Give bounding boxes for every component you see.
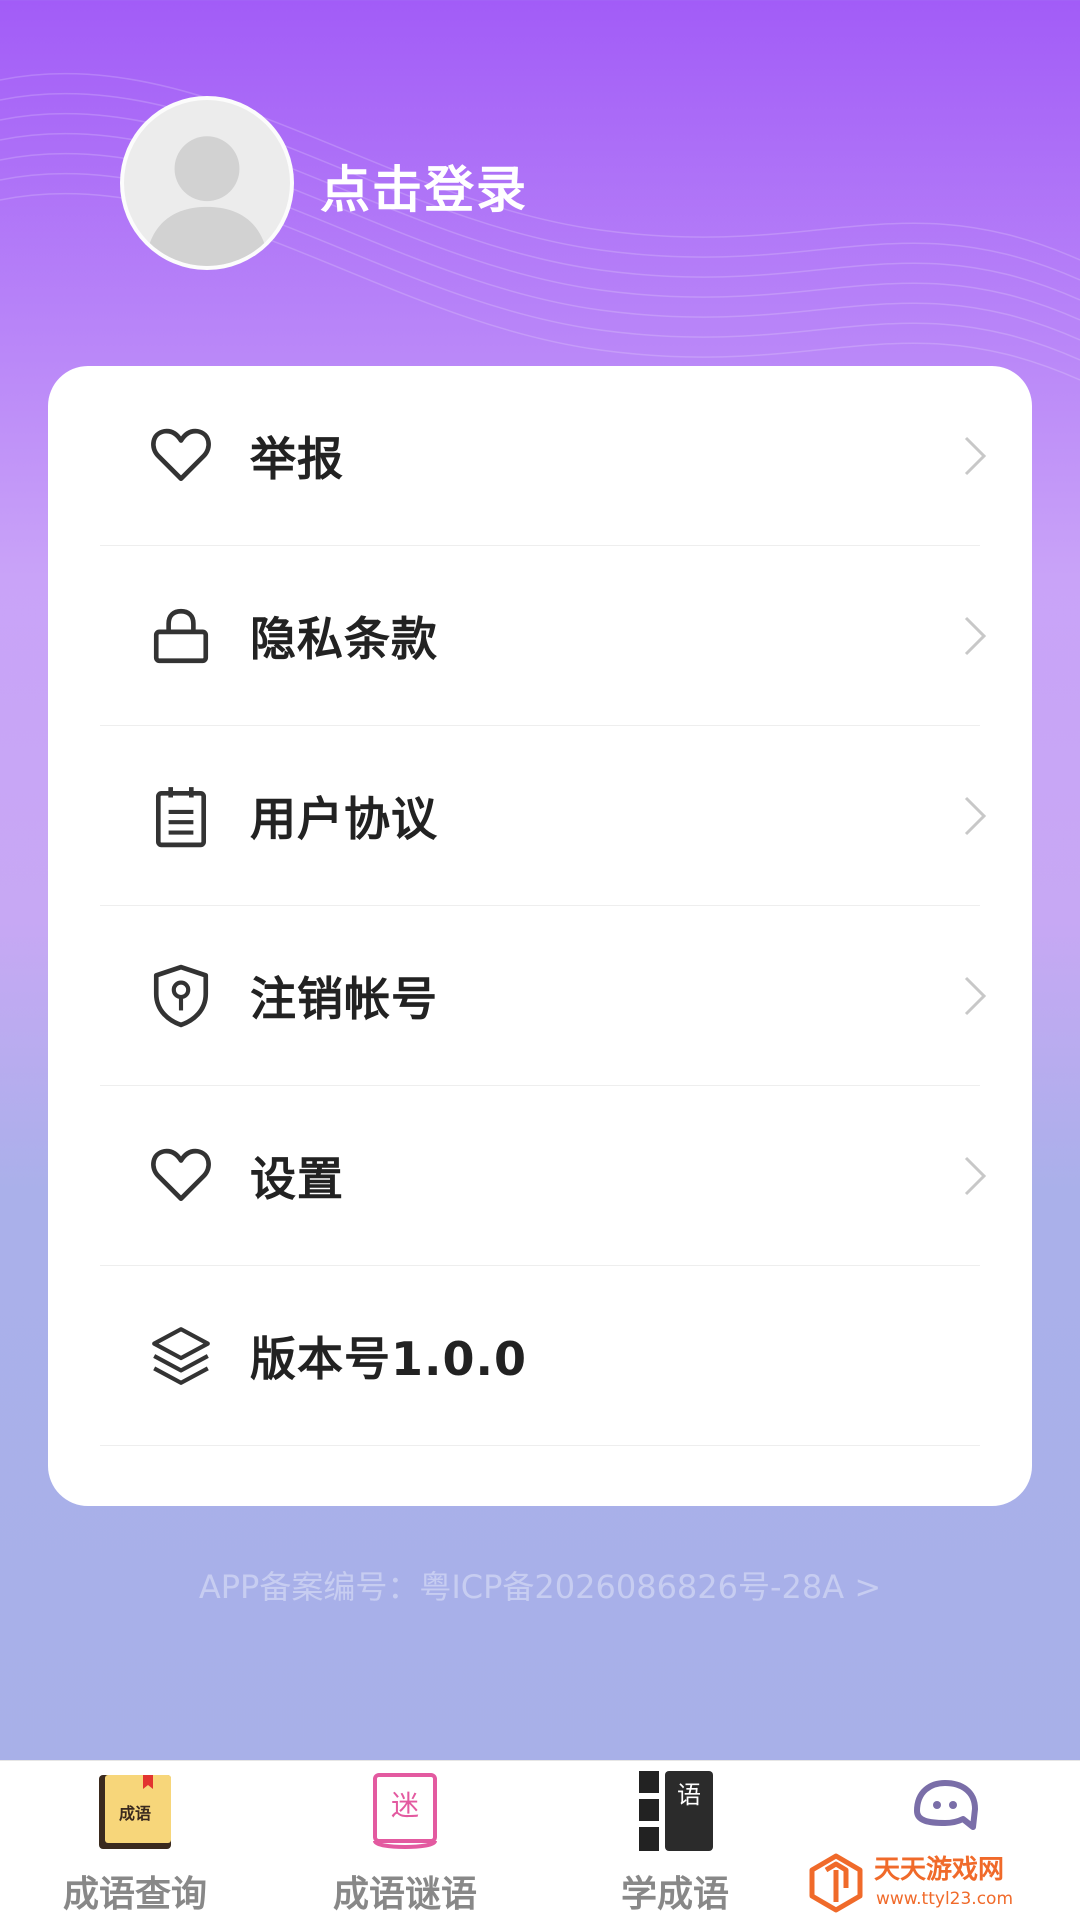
tab-idiom-search[interactable]: 成语 成语查询: [0, 1761, 270, 1920]
study-icon-text: 语: [677, 1781, 701, 1809]
tab-idiom-riddle[interactable]: 迷 成语谜语: [270, 1761, 540, 1920]
chevron-right-icon: [964, 616, 987, 655]
study-icon: 语: [639, 1771, 713, 1851]
menu-item-report[interactable]: 举报: [100, 366, 987, 546]
document-icon: [155, 786, 207, 847]
tab-label: 成语查询: [62, 1874, 207, 1915]
shield-key-icon: [153, 964, 209, 1027]
menu-item-label: 用户协议: [250, 791, 438, 846]
riddle-icon-text: 迷: [391, 1789, 419, 1822]
chevron-right-icon: [964, 796, 987, 835]
watermark-url: www.ttyl23.com: [876, 1889, 1013, 1909]
login-prompt[interactable]: 点击登录: [320, 150, 528, 222]
watermark-logo: 天天游戏网 www.ttyl23.com: [809, 1853, 1013, 1913]
book-icon: 成语: [99, 1775, 171, 1849]
menu-item-delete-account[interactable]: 注销帐号: [100, 906, 987, 1086]
heart-icon: [151, 1148, 211, 1201]
menu-item-label: 注销帐号: [250, 971, 438, 1026]
icp-link[interactable]: APP备案编号：粤ICP备2026086826号-28A >: [0, 1562, 1080, 1608]
chevron-right-icon: [964, 1156, 987, 1195]
book-icon-text: 成语: [119, 1804, 151, 1823]
watermark: 天天游戏网 www.ttyl23.com: [806, 1848, 1076, 1914]
tab-learn-idiom[interactable]: 语 学成语: [540, 1761, 810, 1920]
layers-icon: [152, 1326, 210, 1385]
riddle-book-icon: 迷: [373, 1773, 437, 1849]
watermark-brand: 天天游戏网: [874, 1855, 1004, 1885]
chat-bot-icon: [914, 1780, 978, 1830]
menu-item-label: 举报: [250, 431, 344, 486]
user-silhouette-icon: [144, 136, 270, 266]
heart-icon: [151, 428, 211, 481]
avatar[interactable]: [120, 96, 294, 270]
chevron-right-icon: [964, 436, 987, 475]
chevron-right-icon: [964, 976, 987, 1015]
version-label: 版本号1.0.0: [250, 1331, 527, 1386]
menu-card: 举报 隐私条款 用户协议 注销帐号 设置 版本号1.0.0: [48, 366, 1032, 1506]
menu-item-label: 隐私条款: [250, 611, 438, 666]
tab-label: 学成语: [620, 1874, 729, 1915]
lock-icon: [153, 608, 209, 663]
menu-item-privacy[interactable]: 隐私条款: [100, 546, 987, 726]
menu-item-label: 设置: [250, 1151, 344, 1206]
profile-header[interactable]: 点击登录: [0, 0, 1080, 330]
menu-item-settings[interactable]: 设置: [100, 1086, 987, 1266]
menu-item-version: 版本号1.0.0: [100, 1266, 980, 1446]
tab-label: 成语谜语: [332, 1874, 477, 1915]
menu-item-user-agreement[interactable]: 用户协议: [100, 726, 987, 906]
